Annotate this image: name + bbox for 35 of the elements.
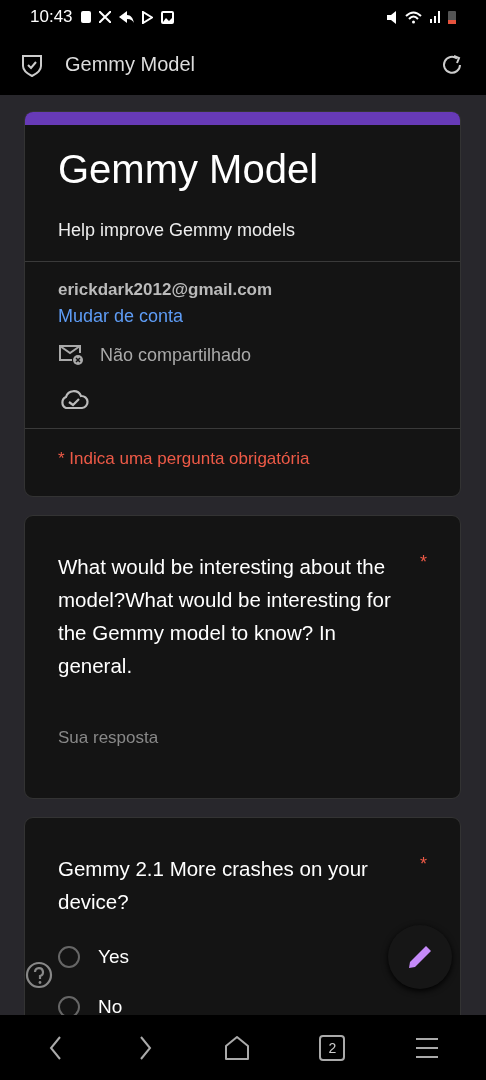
- form-title: Gemmy Model: [58, 147, 320, 192]
- x-icon: [98, 11, 111, 23]
- alert-icon: [80, 11, 91, 23]
- home-icon[interactable]: [222, 1033, 251, 1062]
- switch-account-link[interactable]: Mudar de conta: [58, 306, 184, 327]
- cloud-check-icon: [58, 388, 90, 410]
- required-asterisk: *: [420, 551, 427, 574]
- signal-icon: [430, 11, 440, 23]
- question-text: Gemmy 2.1 More crashes on your device?: [58, 856, 369, 915]
- question-text: What would be interesting about the model?What would be interesting for the Gemmy model to know? In general.: [58, 554, 392, 679]
- sharing-status: Não compartilhado: [100, 344, 252, 366]
- battery-icon: [448, 10, 456, 24]
- status-time: 10:43: [30, 7, 73, 27]
- radio-button[interactable]: [58, 996, 80, 1015]
- form-description: Help improve Gemmy models: [58, 220, 297, 241]
- wifi-icon: [405, 10, 422, 24]
- reload-icon[interactable]: [440, 52, 464, 77]
- account-email: erickdark2012@gmail.com: [58, 280, 274, 300]
- radio-button[interactable]: [58, 946, 80, 968]
- answer-field[interactable]: Sua resposta: [58, 728, 427, 748]
- help-icon[interactable]: [25, 961, 53, 989]
- pencil-icon: [406, 943, 434, 971]
- play-icon: [141, 10, 153, 24]
- page-title: Gemmy Model: [65, 53, 196, 76]
- option-label: No: [98, 996, 123, 1015]
- tabs-count-button[interactable]: 2: [319, 1034, 346, 1061]
- reply-icon: [118, 11, 134, 23]
- image-icon: [160, 10, 174, 24]
- required-asterisk: *: [420, 853, 427, 876]
- required-note: * Indica uma pergunta obrigatória: [58, 449, 310, 468]
- shield-check-icon[interactable]: [21, 52, 43, 77]
- menu-icon[interactable]: [413, 1035, 440, 1060]
- mute-icon: [387, 10, 397, 24]
- option-label: Yes: [98, 946, 129, 968]
- mail-blocked-icon: [58, 344, 84, 366]
